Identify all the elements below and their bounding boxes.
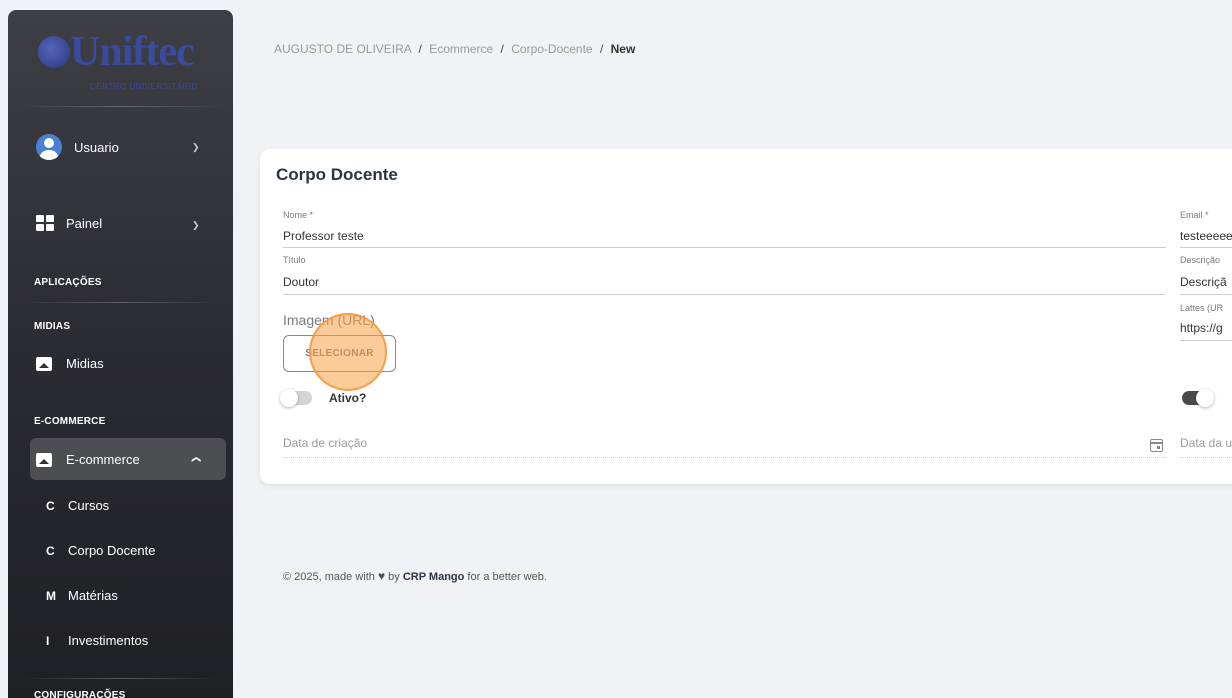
breadcrumb-separator: / [500, 42, 504, 56]
divider [22, 678, 220, 679]
ecommerce-label: E-commerce [66, 452, 140, 467]
globe-icon [38, 36, 70, 68]
nome-underline [283, 247, 1166, 248]
titulo-underline [283, 294, 1166, 295]
section-configuracoes: CONFIGURAÇÕES [34, 690, 126, 698]
ativo-toggle[interactable] [280, 389, 312, 407]
lattes-label: Lattes (UR [1180, 303, 1224, 313]
descricao-label: Descrição [1180, 255, 1221, 265]
corpo-docente-label: Corpo Docente [68, 543, 156, 558]
chevron-down-icon[interactable]: ❯ [192, 142, 200, 153]
avatar [36, 134, 62, 160]
divider [22, 302, 220, 303]
sidebar-item-cursos[interactable]: C Cursos [46, 498, 109, 513]
email-field[interactable]: testeeeee [1180, 229, 1232, 243]
descricao-field[interactable]: Descriçã [1180, 275, 1227, 289]
sidebar-item-ecommerce[interactable]: E-commerce [36, 452, 140, 467]
lattes-underline [1180, 340, 1232, 341]
image-icon [36, 452, 52, 467]
sidebar-item-painel[interactable]: Painel [36, 215, 102, 231]
footer-suffix: for a better web. [467, 571, 547, 583]
chevron-down-icon[interactable]: ❯ [192, 220, 200, 231]
section-ecommerce: E-COMMERCE [34, 416, 106, 427]
titulo-field[interactable]: Doutor [283, 275, 319, 289]
image-icon [36, 356, 52, 371]
sidebar-item-materias[interactable]: M Matérias [46, 588, 118, 603]
imagem-label: Imagem (URL) [283, 312, 375, 328]
descricao-underline [1180, 294, 1232, 295]
sidebar-item-midias[interactable]: Midias [36, 356, 104, 371]
breadcrumb-item[interactable]: AUGUSTO DE OLIVEIRA [274, 42, 411, 56]
lattes-field[interactable]: https://g [1180, 321, 1223, 335]
nome-label: Nome * [283, 210, 314, 220]
data-criacao-field[interactable]: Data de criação [283, 436, 367, 450]
breadcrumb-current: New [610, 42, 636, 56]
cursos-letter: C [46, 498, 55, 513]
footer-prefix: © 2025, made with [283, 571, 375, 583]
data-right-field[interactable]: Data da u [1180, 436, 1232, 450]
dashboard-icon [36, 215, 54, 231]
calendar-icon[interactable] [1150, 439, 1163, 452]
midias-label: Midias [66, 356, 104, 371]
selecionar-button[interactable]: SELECIONAR [283, 335, 396, 372]
materias-label: Matérias [68, 588, 118, 603]
footer: © 2025, made with ♥ by CRP Mango for a b… [283, 569, 547, 583]
toggle-knob [1196, 389, 1214, 407]
data-criacao-underline [283, 457, 1166, 458]
painel-label: Painel [66, 215, 103, 231]
form-card: Corpo Docente Nome * Professor teste Ema… [260, 149, 1232, 484]
breadcrumb-item[interactable]: Ecommerce [429, 42, 493, 56]
email-underline [1180, 247, 1232, 248]
section-aplicacoes: APLICAÇÕES [34, 277, 102, 288]
data-right-underline [1180, 457, 1232, 458]
titulo-label: Título [283, 255, 306, 265]
right-toggle[interactable] [1182, 389, 1214, 407]
breadcrumb: AUGUSTO DE OLIVEIRA / Ecommerce / Corpo-… [274, 42, 635, 56]
chevron-up-icon[interactable]: ❯ [190, 456, 201, 464]
sidebar: Uniftec CENTRO UNIVERSITÁRIO Usuario ❯ P… [8, 10, 233, 698]
materias-letter: M [46, 588, 56, 603]
footer-brand-link[interactable]: CRP Mango [403, 571, 465, 583]
breadcrumb-separator: / [418, 42, 422, 56]
logo-subtitle: CENTRO UNIVERSITÁRIO [90, 82, 199, 91]
uniftec-logo[interactable]: Uniftec CENTRO UNIVERSITÁRIO [34, 28, 214, 98]
nome-field[interactable]: Professor teste [283, 229, 364, 243]
user-menu[interactable]: Usuario [36, 134, 119, 160]
sidebar-item-investimentos[interactable]: I Investimentos [46, 633, 148, 648]
investimentos-label: Investimentos [68, 633, 149, 648]
page-title: Corpo Docente [276, 165, 398, 184]
ativo-label: Ativo? [329, 391, 367, 405]
corpo-docente-letter: C [46, 543, 55, 558]
logo-text: Uniftec [70, 29, 195, 75]
footer-by: by [388, 571, 400, 583]
breadcrumb-item[interactable]: Corpo-Docente [511, 42, 592, 56]
breadcrumb-separator: / [599, 42, 604, 56]
divider [22, 106, 220, 107]
section-midias: MIDIAS [34, 321, 71, 332]
sidebar-item-corpo-docente[interactable]: C Corpo Docente [46, 543, 155, 558]
heart-icon: ♥ [377, 569, 386, 583]
cursos-label: Cursos [68, 498, 110, 513]
toggle-knob [280, 389, 298, 407]
investimentos-letter: I [46, 633, 50, 648]
user-label: Usuario [74, 139, 119, 155]
email-label: Email * [1180, 210, 1209, 220]
